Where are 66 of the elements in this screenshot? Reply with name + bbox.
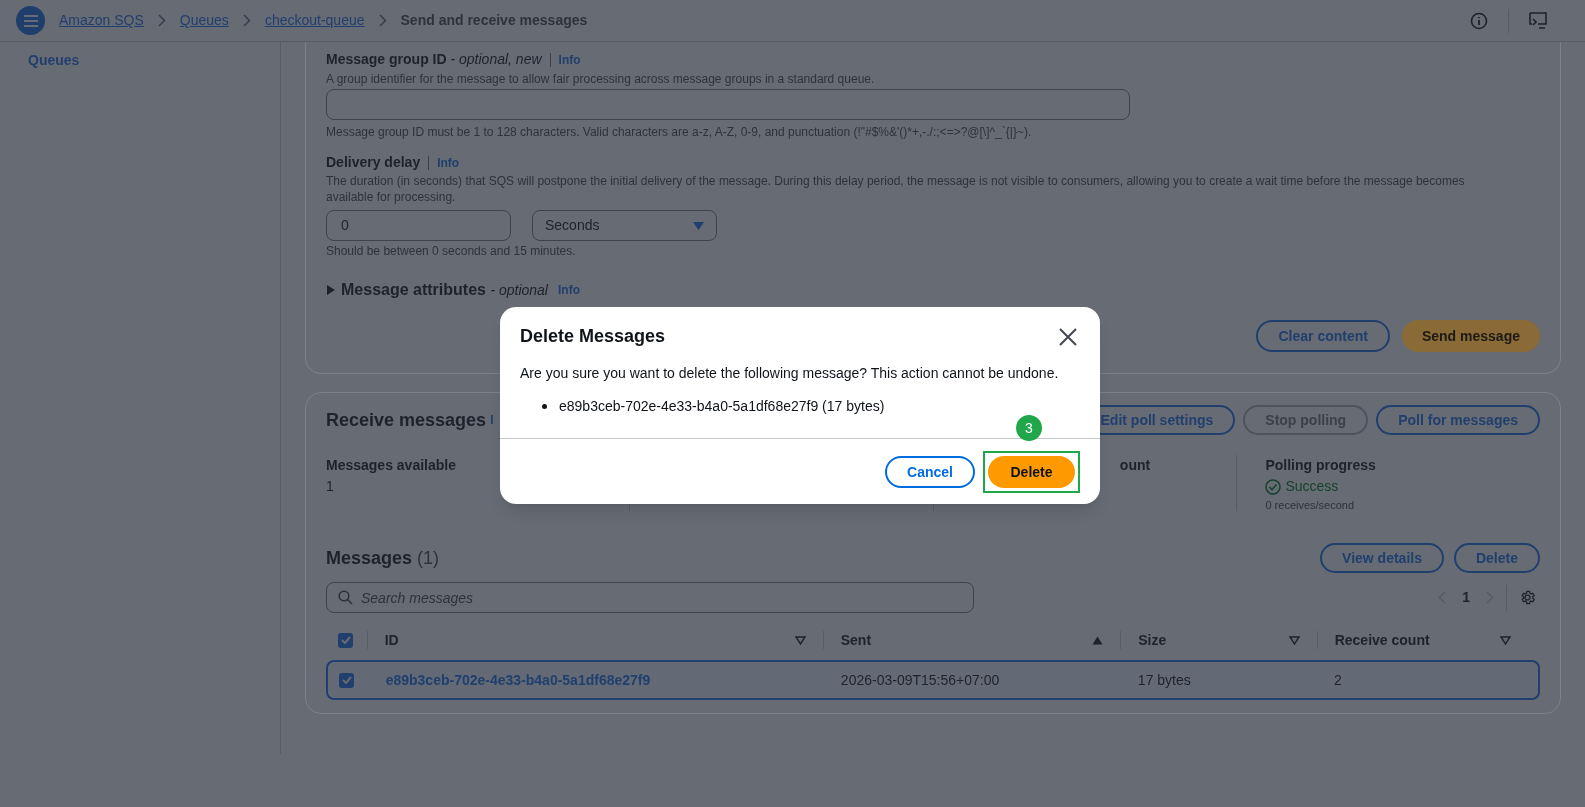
caret-right-icon[interactable] xyxy=(326,285,335,295)
search-icon xyxy=(338,590,353,605)
table-cell: 2026-03-09T15:56+07:00 xyxy=(840,671,1000,688)
caret-down-icon xyxy=(693,221,704,230)
search-field[interactable]: Search messages xyxy=(326,582,974,613)
bullet-icon xyxy=(542,404,547,409)
column-header[interactable]: ID xyxy=(384,629,399,651)
info-link[interactable]: I xyxy=(490,411,494,429)
breadcrumb-link[interactable]: Amazon SQS xyxy=(59,10,144,31)
section-toggle-label[interactable]: Message attributes - optional xyxy=(341,278,548,302)
unit-select[interactable]: Seconds xyxy=(532,210,717,241)
step-badge: 3 xyxy=(1016,415,1042,441)
field-hint: Should be between 0 seconds and 15 minutes. xyxy=(326,243,577,260)
table-count: (1) xyxy=(417,546,440,570)
close-icon xyxy=(1059,327,1077,346)
field-constraint: Message group ID must be 1 to 128 characters. Valid characters are a-z, A-Z, 0-9, and punctuation (!"#$%&'()*+,-./:;<=>?@[\]^_`{|}~). xyxy=(326,124,1033,141)
stat-label: Messages available xyxy=(326,456,457,475)
group-id-input[interactable] xyxy=(326,89,1130,120)
sidebar-link[interactable]: Queues xyxy=(28,52,80,68)
menu-button[interactable] xyxy=(16,6,45,35)
dialog-body: Are you sure you want to delete the following message? This action cannot be undone. xyxy=(519,364,1060,383)
message-item: e89b3ceb-702e-4e33-b4a0-5a1df68e27f9 (17 bytes) xyxy=(559,397,885,416)
panel-title: Receive messages xyxy=(326,408,487,432)
status-text: Success xyxy=(1285,477,1339,496)
send-button[interactable]: Send message xyxy=(1401,320,1540,352)
table-cell: 17 bytes xyxy=(1137,671,1191,688)
sort-icon[interactable] xyxy=(1288,635,1300,645)
delete-button[interactable]: Delete xyxy=(988,456,1075,488)
table-cell: 2 xyxy=(1334,671,1342,688)
page-number[interactable]: 1 xyxy=(1462,587,1470,608)
info-icon[interactable] xyxy=(1470,11,1488,30)
column-header[interactable]: Receive count xyxy=(1334,629,1430,651)
chevron-right-icon xyxy=(242,14,251,27)
message-id-link[interactable]: e89b3ceb-702e-4e33-b4a0-5a1df68e27f9 xyxy=(385,671,651,688)
column-header[interactable]: Size xyxy=(1138,629,1167,651)
table-row[interactable]: e89b3ceb-702e-4e33-b4a0-5a1df68e27f9 2026-03-09T15:56+07:00 17 bytes 2 xyxy=(326,660,1540,700)
column-header[interactable]: Sent xyxy=(840,629,872,651)
sort-up-icon[interactable] xyxy=(1092,635,1104,645)
settings-icon[interactable] xyxy=(1519,589,1536,606)
breadcrumb-link[interactable]: checkout-queue xyxy=(264,10,365,31)
field-label: Delivery delay xyxy=(326,153,421,172)
chevron-right-icon xyxy=(378,14,387,27)
success-check-icon xyxy=(1265,478,1282,495)
stat-value: 1 xyxy=(326,477,335,496)
breadcrumb-link[interactable]: Queues xyxy=(179,10,229,31)
cancel-button[interactable]: Cancel xyxy=(885,456,975,488)
stat-label: ount xyxy=(1119,456,1152,475)
info-link[interactable]: Info xyxy=(437,153,460,172)
clear-button[interactable]: Clear content xyxy=(1256,320,1390,352)
stat-label: Polling progress xyxy=(1265,456,1377,475)
row-checkbox[interactable] xyxy=(339,672,354,688)
field-label: Message group ID - optional, new xyxy=(326,50,542,69)
table-title: Messages xyxy=(326,546,413,570)
delay-input[interactable]: 0 xyxy=(326,210,511,241)
dialog-title: Delete Messages xyxy=(520,325,666,348)
outline-button[interactable]: Delete xyxy=(1453,543,1540,573)
outline-button[interactable]: Poll for messages xyxy=(1376,405,1540,435)
info-link[interactable]: Info xyxy=(558,281,580,299)
chevron-right-icon xyxy=(157,14,166,27)
select-all-checkbox[interactable] xyxy=(338,632,353,648)
sort-icon[interactable] xyxy=(1500,635,1511,645)
menu-icon xyxy=(23,14,38,27)
breadcrumb-current: Send and receive messages xyxy=(400,11,588,30)
sort-icon[interactable] xyxy=(794,635,806,645)
info-link[interactable]: Info xyxy=(558,50,581,69)
outline-button[interactable]: View details xyxy=(1320,543,1444,573)
